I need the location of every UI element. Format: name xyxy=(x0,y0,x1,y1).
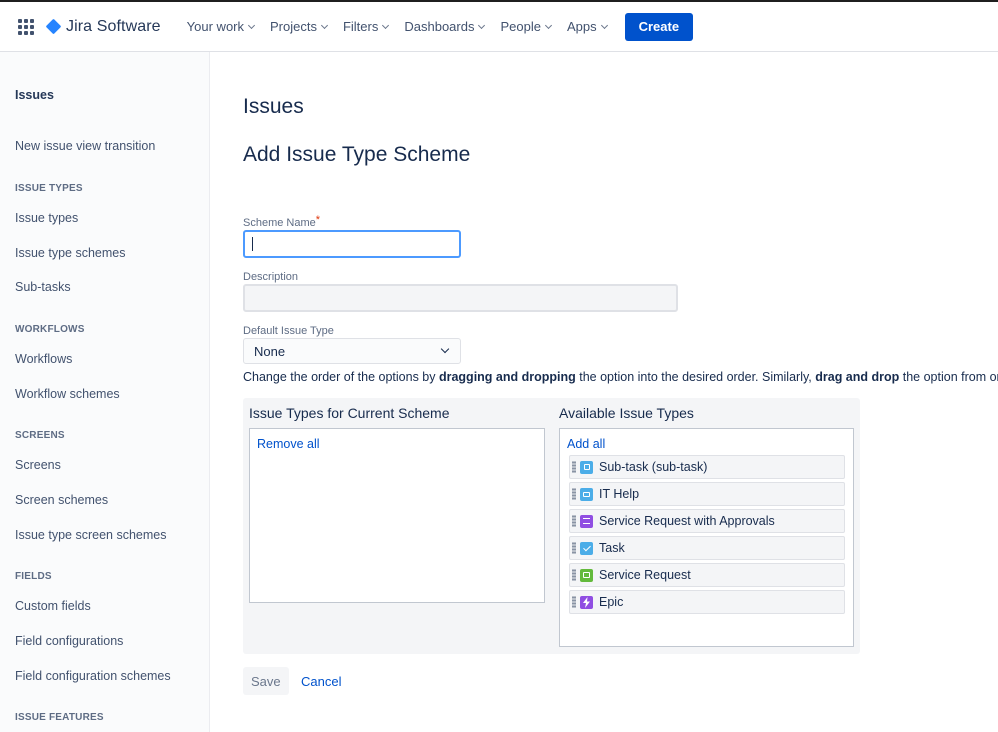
sidebar-item-new-issue-view[interactable]: New issue view transition xyxy=(15,139,155,153)
task-icon xyxy=(580,541,593,555)
available-item-epic[interactable]: Epic xyxy=(569,590,845,614)
sidebar-item-screen-schemes[interactable]: Screen schemes xyxy=(15,493,108,507)
sidebar-heading-issue-types: ISSUE TYPES xyxy=(15,183,83,194)
description-input[interactable] xyxy=(243,284,678,312)
scheme-name-input[interactable] xyxy=(243,230,461,258)
nav-label: Your work xyxy=(186,19,244,34)
nav-menus: Your work Projects Filters Dashboards Pe… xyxy=(186,12,694,41)
sidebar-heading-issue-features: ISSUE FEATURES xyxy=(15,712,104,723)
item-label: Service Request with Approvals xyxy=(599,514,775,528)
save-button[interactable]: Save xyxy=(243,667,289,695)
nav-label: People xyxy=(500,19,541,34)
epic-icon xyxy=(580,595,593,609)
default-issue-type-label: Default Issue Type xyxy=(243,325,334,337)
nav-label: Projects xyxy=(270,19,317,34)
sidebar-heading-fields: FIELDS xyxy=(15,571,52,582)
chevron-down-icon xyxy=(544,21,552,29)
create-button[interactable]: Create xyxy=(624,12,694,41)
available-item-service-request-approvals[interactable]: Service Request with Approvals xyxy=(569,509,845,533)
app-switcher-icon[interactable] xyxy=(18,18,34,35)
drag-handle-icon[interactable] xyxy=(572,542,576,554)
available-types-title: Available Issue Types xyxy=(559,405,694,421)
main-content: Issues Add Issue Type Scheme Scheme Name… xyxy=(243,52,998,732)
service-request-icon xyxy=(580,568,593,582)
chevron-down-icon xyxy=(247,21,256,29)
available-item-it-help[interactable]: IT Help xyxy=(569,482,845,506)
sidebar-title: Issues xyxy=(15,88,54,102)
sidebar-item-workflows[interactable]: Workflows xyxy=(15,352,72,366)
scheme-name-label: Scheme Name* xyxy=(243,214,321,229)
required-marker: * xyxy=(315,214,321,226)
current-scheme-list[interactable]: Remove all xyxy=(249,428,545,603)
available-item-subtask[interactable]: Sub-task (sub-task) xyxy=(569,455,845,479)
nav-label: Apps xyxy=(566,19,597,34)
nav-label: Filters xyxy=(342,19,379,34)
it-help-icon xyxy=(580,487,593,501)
sidebar-heading-workflows: WORKFLOWS xyxy=(15,324,85,335)
lightning-glyph xyxy=(583,596,590,608)
available-item-task[interactable]: Task xyxy=(569,536,845,560)
default-issue-type-select[interactable]: None xyxy=(243,338,461,364)
chevron-down-icon xyxy=(600,21,608,29)
sidebar-item-workflow-schemes[interactable]: Workflow schemes xyxy=(15,387,120,401)
item-label: Task xyxy=(599,541,625,555)
nav-projects[interactable]: Projects xyxy=(270,19,329,34)
nav-filters[interactable]: Filters xyxy=(342,19,390,34)
subtask-icon xyxy=(580,460,593,474)
remove-all-link[interactable]: Remove all xyxy=(257,437,320,451)
nav-dashboards[interactable]: Dashboards xyxy=(404,19,486,34)
sidebar-item-field-configuration-schemes[interactable]: Field configuration schemes xyxy=(15,669,171,683)
sidebar-item-issue-type-schemes[interactable]: Issue type schemes xyxy=(15,246,125,260)
sidebar-item-issue-type-screen-schemes[interactable]: Issue type screen schemes xyxy=(15,528,166,542)
sidebar-item-issue-types[interactable]: Issue types xyxy=(15,211,78,225)
cancel-link[interactable]: Cancel xyxy=(301,674,341,689)
item-label: Sub-task (sub-task) xyxy=(599,460,708,474)
sidebar-item-sub-tasks[interactable]: Sub-tasks xyxy=(15,280,71,294)
issue-type-scheme-panels: Issue Types for Current Scheme Remove al… xyxy=(243,398,860,654)
reorder-help-text: Change the order of the options by dragg… xyxy=(243,370,998,384)
chevron-down-icon xyxy=(478,21,486,29)
service-request-approvals-icon xyxy=(580,514,593,528)
chevron-down-icon xyxy=(440,344,450,354)
item-label: Service Request xyxy=(599,568,691,582)
description-label: Description xyxy=(243,271,299,283)
form-title: Add Issue Type Scheme xyxy=(243,143,471,166)
chevron-down-icon xyxy=(320,21,329,29)
scheme-name-label-text: Scheme Name xyxy=(243,217,316,229)
drag-handle-icon[interactable] xyxy=(572,488,576,500)
nav-your-work[interactable]: Your work xyxy=(186,19,256,34)
item-label: IT Help xyxy=(599,487,640,501)
product-name: Jira Software xyxy=(66,17,161,35)
add-all-link[interactable]: Add all xyxy=(567,437,605,451)
drag-handle-icon[interactable] xyxy=(572,569,576,581)
text-cursor xyxy=(252,237,253,251)
available-types-list[interactable]: Add all Sub-task (sub-task) IT Help Serv… xyxy=(559,428,854,647)
admin-sidebar: Issues New issue view transition ISSUE T… xyxy=(0,52,210,732)
nav-label: Dashboards xyxy=(404,19,475,34)
nav-people[interactable]: People xyxy=(500,19,552,34)
default-issue-type-value: None xyxy=(254,343,286,359)
drag-handle-icon[interactable] xyxy=(572,461,576,473)
drag-handle-icon[interactable] xyxy=(572,596,576,608)
available-item-service-request[interactable]: Service Request xyxy=(569,563,845,587)
top-navigation: Jira Software Your work Projects Filters… xyxy=(0,0,998,52)
chevron-down-icon xyxy=(382,21,390,29)
drag-handle-icon[interactable] xyxy=(572,515,576,527)
page-title: Issues xyxy=(243,95,304,118)
sidebar-item-field-configurations[interactable]: Field configurations xyxy=(15,634,123,648)
item-label: Epic xyxy=(599,595,624,609)
sidebar-item-custom-fields[interactable]: Custom fields xyxy=(15,599,91,613)
sidebar-item-screens[interactable]: Screens xyxy=(15,458,61,472)
sidebar-heading-screens: SCREENS xyxy=(15,430,65,441)
nav-apps[interactable]: Apps xyxy=(566,19,608,34)
jira-logo[interactable]: Jira Software xyxy=(44,18,161,36)
current-scheme-title: Issue Types for Current Scheme xyxy=(249,405,450,421)
jira-diamond-icon xyxy=(45,18,62,35)
